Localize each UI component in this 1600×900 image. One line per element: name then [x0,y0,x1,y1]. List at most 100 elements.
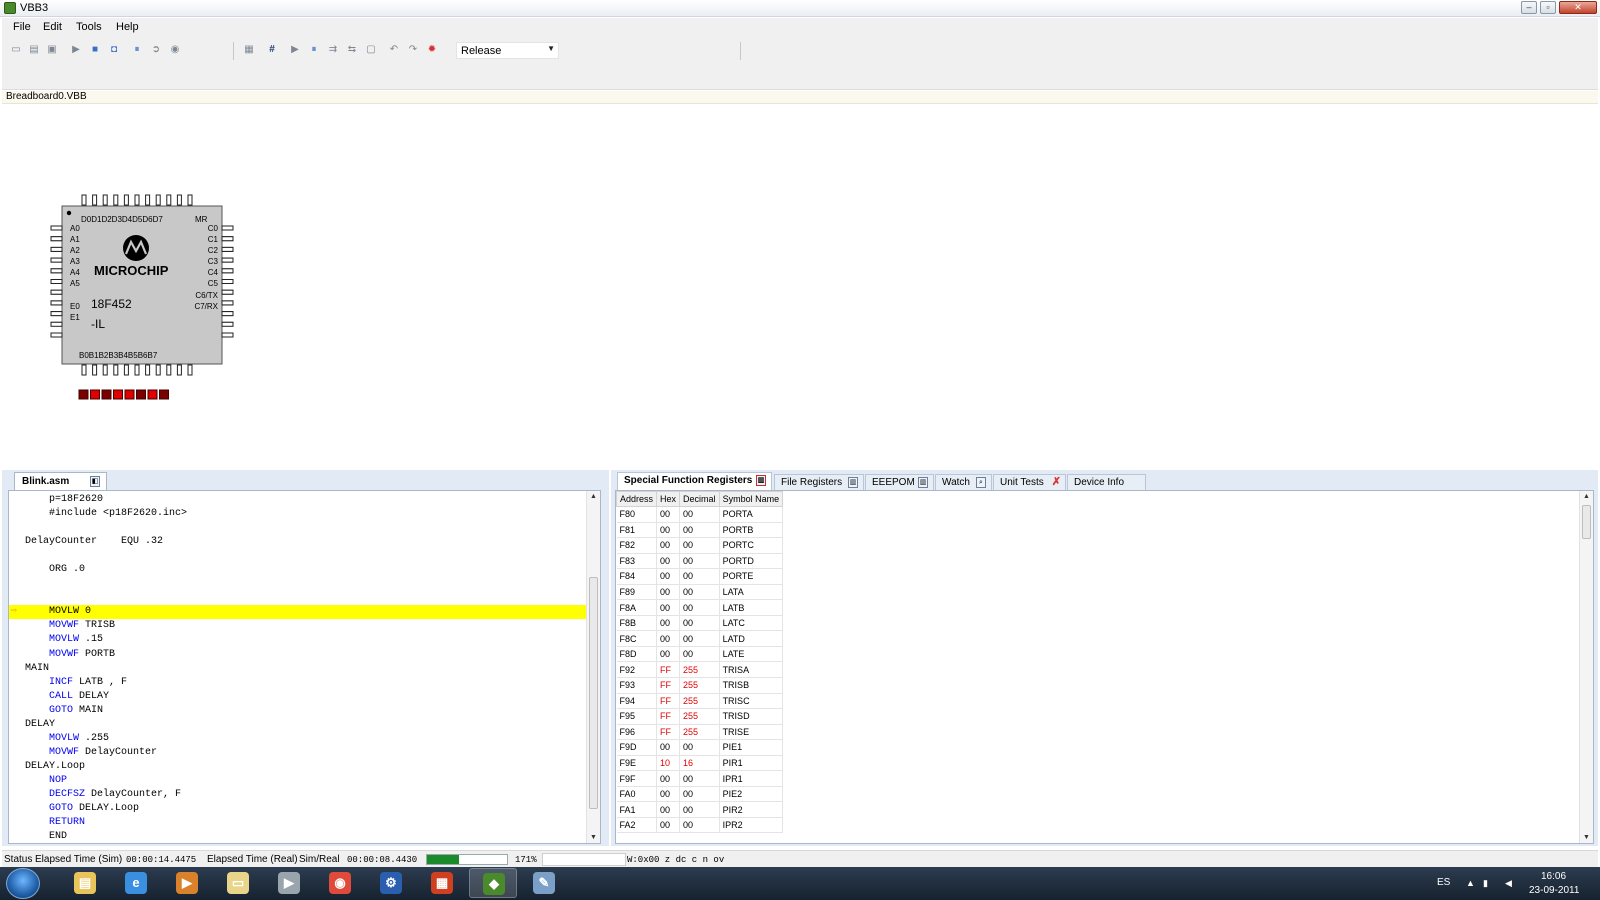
code-line[interactable]: DECFSZ DelayCounter, F [9,788,587,802]
code-line[interactable]: DELAY.Loop [9,760,587,774]
scrollbar-thumb[interactable] [1582,505,1591,539]
table-row[interactable]: F95 FF 255 TRISD [616,708,784,725]
document-icon[interactable]: ◧ [90,476,100,487]
run-icon[interactable]: ▶ [69,43,83,57]
code-line[interactable]: MOVWF DelayCounter [9,746,587,760]
table-row[interactable]: FA0 00 00 PIE2 [616,786,784,803]
table-row[interactable]: F83 00 00 PORTD [616,553,784,570]
menu-tools[interactable]: Tools [76,21,102,33]
new-file-icon[interactable]: ▭ [9,43,23,57]
table-row[interactable]: F8C 00 00 LATD [616,630,784,647]
table-row[interactable]: F8D 00 00 LATE [616,646,784,663]
code-line[interactable]: #include <p18F2620.inc> [9,507,587,521]
redo-icon[interactable]: ↷ [406,43,420,57]
breadboard-canvas[interactable]: D0D1D2D3D4D5D6D7 MR A0A1A2A3A4A5E0E1E2 C… [2,104,1598,470]
table-row[interactable]: F8B 00 00 LATC [616,615,784,632]
column-header-symbol[interactable]: Symbol Name [718,491,784,507]
language-indicator[interactable]: ES [1437,877,1450,888]
close-button[interactable]: ✕ [1559,1,1597,14]
table-row[interactable]: F93 FF 255 TRISB [616,677,784,694]
code-line[interactable]: ORG .0 [9,563,587,577]
code-editor[interactable]: p=18F2620 #include <p18F2620.inc> DelayCo… [8,490,601,844]
code-line[interactable] [9,577,587,591]
code-scrollbar[interactable]: ▲ ▼ [586,491,600,843]
table-row[interactable]: FA1 00 00 PIR2 [616,801,784,818]
column-header-hex[interactable]: Hex [656,491,681,507]
table-row[interactable]: F92 FF 255 TRISA [616,661,784,679]
stop-icon[interactable]: ■ [88,43,102,57]
save-all-icon[interactable]: ▣ [45,43,59,57]
table-row[interactable]: F9F 00 00 IPR1 [616,770,784,787]
code-line[interactable] [9,549,587,563]
menu-edit[interactable]: Edit [43,21,62,33]
step-icon[interactable]: ⇉ [326,43,340,57]
open-folder-icon[interactable]: ▤ [27,43,41,57]
table-row[interactable]: FA2 00 00 IPR2 [616,817,784,834]
table-row[interactable]: F81 00 00 PORTB [616,522,784,539]
menu-file[interactable]: File [13,21,31,33]
step-into-icon[interactable]: ◉ [168,43,182,57]
scroll-up-icon[interactable]: ▲ [1583,493,1590,500]
taskbar-app-button[interactable]: ▤ [61,868,109,898]
code-line[interactable]: GOTO DELAY.Loop [9,802,587,816]
table-row[interactable]: F9E 10 16 PIR1 [616,755,784,772]
taskbar-app-button[interactable]: e [112,868,160,898]
code-line[interactable]: NOP [9,774,587,788]
table-row[interactable]: F8A 00 00 LATB [616,599,784,616]
registers-scrollbar[interactable]: ▲ ▼ [1579,491,1593,843]
table-row[interactable]: F94 FF 255 TRISC [616,693,784,710]
tab-device-info[interactable]: Device Info [1067,474,1146,490]
play-icon[interactable]: ▶ [288,43,302,57]
code-line[interactable]: p=18F2620 [9,493,587,507]
undo-icon[interactable]: ↶ [387,43,401,57]
table-row[interactable]: F82 00 00 PORTC [616,537,784,554]
code-line[interactable] [9,521,587,535]
build-config-select[interactable]: Release ▼ [456,42,559,59]
taskbar-app-button[interactable]: ▦ [418,868,466,898]
clock-time[interactable]: 16:06 [1541,871,1566,882]
code-line[interactable]: CALL DELAY [9,690,587,704]
break-icon[interactable]: ⏸ [307,43,321,57]
table-row[interactable]: F96 FF 255 TRISE [616,724,784,741]
taskbar-app-button[interactable]: ▶ [163,868,211,898]
code-line[interactable]: MOVWF PORTB [9,648,587,662]
taskbar-app-button[interactable]: ▶ [265,868,313,898]
tab-blink-asm[interactable]: Blink.asm ◧ [14,472,107,490]
code-line[interactable]: RETURN [9,816,587,830]
code-line[interactable]: MOVLW .15 [9,633,587,647]
tab-special-function-registers[interactable]: Special Function Registers ▥ [617,472,772,490]
pic-microcontroller[interactable]: D0D1D2D3D4D5D6D7 MR A0A1A2A3A4A5E0E1E2 C… [46,194,246,324]
hash-icon[interactable]: # [265,43,279,57]
tab-file-registers[interactable]: File Registers ▥ [774,474,864,490]
taskbar-app-button[interactable]: ◆ [469,868,517,898]
scroll-up-icon[interactable]: ▲ [590,493,597,500]
code-line[interactable]: MAIN [9,662,587,676]
code-line[interactable]: ⇨ MOVLW 0 [9,605,587,620]
clock-date[interactable]: 23-09-2011 [1529,885,1579,896]
scroll-down-icon[interactable]: ▼ [590,834,597,841]
step-over-icon[interactable]: ➲ [149,43,163,57]
taskbar-app-button[interactable]: ✎ [520,868,568,898]
column-header-address[interactable]: Address [616,491,658,507]
minimize-button[interactable]: – [1521,1,1537,14]
tab-watch[interactable]: Watch ⌕ [935,474,992,490]
code-line[interactable]: MOVWF TRISB [9,619,587,633]
scroll-down-icon[interactable]: ▼ [1583,834,1590,841]
code-line[interactable]: GOTO MAIN [9,704,587,718]
show-hidden-icons-icon[interactable]: ▲ [1466,878,1475,888]
step-out-icon[interactable]: ⇆ [345,43,359,57]
code-line[interactable]: END [9,830,587,843]
volume-icon[interactable]: ◀ [1505,878,1512,889]
table-row[interactable]: F80 00 00 PORTA [616,506,784,523]
tab-eeprom[interactable]: EEEPOM ▥ [865,474,934,490]
taskbar-app-button[interactable]: ▭ [214,868,262,898]
table-row[interactable]: F9D 00 00 PIE1 [616,739,784,756]
tab-unit-tests[interactable]: Unit Tests ✗ [993,474,1066,490]
bug-icon[interactable]: ✹ [425,43,439,57]
code-line[interactable]: INCF LATB , F [9,676,587,690]
scrollbar-thumb[interactable] [589,577,598,809]
code-line[interactable]: MOVLW .255 [9,732,587,746]
maximize-button[interactable]: ▫ [1540,1,1556,14]
column-header-decimal[interactable]: Decimal [679,491,720,507]
start-button[interactable] [6,868,40,899]
